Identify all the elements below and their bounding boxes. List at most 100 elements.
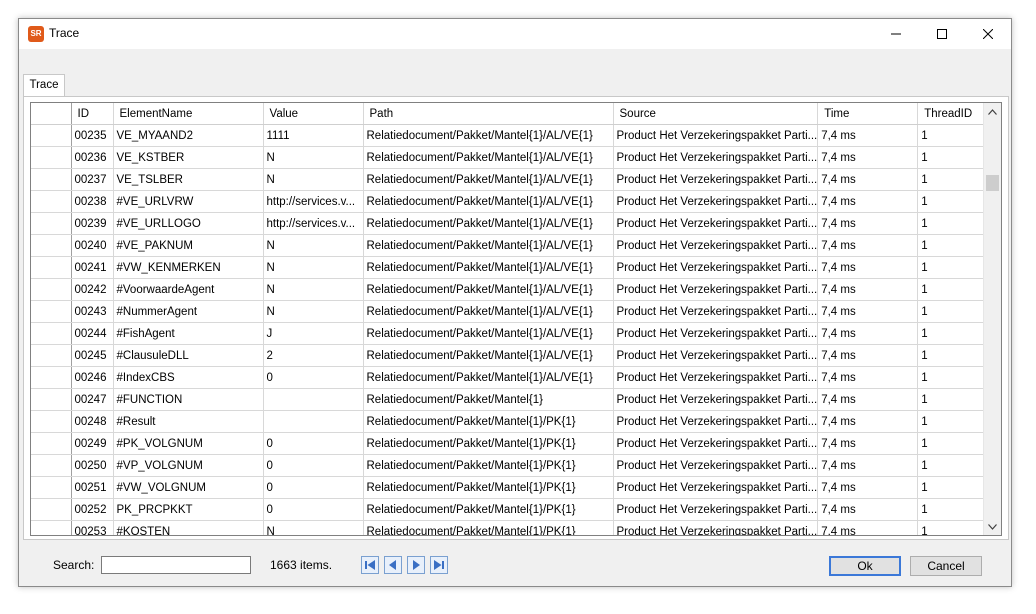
cell-path[interactable]: Relatiedocument/Pakket/Mantel{1}/AL/VE{1… — [363, 278, 614, 301]
cell-value[interactable]: N — [263, 256, 364, 279]
cell-time[interactable]: 7,4 ms — [817, 300, 919, 323]
cell-time[interactable]: 7,4 ms — [817, 256, 919, 279]
cell-path[interactable]: Relatiedocument/Pakket/Mantel{1}/PK{1} — [363, 454, 614, 477]
cell-id[interactable]: 00239 — [71, 212, 114, 235]
cell-source[interactable]: Product Het Verzekeringspakket Parti... — [613, 432, 819, 455]
cell-path[interactable]: Relatiedocument/Pakket/Mantel{1}/AL/VE{1… — [363, 212, 614, 235]
cell-id[interactable]: 00246 — [71, 366, 114, 389]
next-page-button[interactable] — [407, 556, 425, 574]
cell-path[interactable]: Relatiedocument/Pakket/Mantel{1}/AL/VE{1… — [363, 322, 614, 345]
cell-elementname[interactable]: #NummerAgent — [113, 300, 264, 323]
row-header[interactable] — [31, 300, 72, 323]
trace-grid[interactable]: ID ElementName Value Path Source Time Th… — [30, 102, 1002, 536]
cell-elementname[interactable]: #IndexCBS — [113, 366, 264, 389]
cell-path[interactable]: Relatiedocument/Pakket/Mantel{1}/AL/VE{1… — [363, 344, 614, 367]
cell-threadid[interactable]: 1 — [917, 234, 992, 257]
row-header[interactable] — [31, 278, 72, 301]
table-row[interactable]: 00253 #KOSTEN N Relatiedocument/Pakket/Mant… — [31, 520, 992, 535]
row-header[interactable] — [31, 410, 72, 433]
row-header[interactable] — [31, 124, 72, 147]
row-header[interactable] — [31, 498, 72, 521]
table-row[interactable]: 00242 #VoorwaardeAgent N Relatiedocument/Pa… — [31, 278, 992, 301]
table-row[interactable]: 00252 PK_PRCPKKT 0 Relatiedocument/Pakket/M… — [31, 498, 992, 521]
cell-threadid[interactable]: 1 — [917, 366, 992, 389]
table-row[interactable]: 00244 #FishAgent J Relatiedocument/Pakket/M… — [31, 322, 992, 345]
table-row[interactable]: 00249 #PK_VOLGNUM 0 Relatiedocument/Pakket/… — [31, 432, 992, 455]
cell-elementname[interactable]: #VW_KENMERKEN — [113, 256, 264, 279]
column-header-time[interactable]: Time — [817, 103, 919, 125]
cell-id[interactable]: 00240 — [71, 234, 114, 257]
cell-source[interactable]: Product Het Verzekeringspakket Parti... — [613, 322, 819, 345]
cell-path[interactable]: Relatiedocument/Pakket/Mantel{1}/AL/VE{1… — [363, 124, 614, 147]
cell-threadid[interactable]: 1 — [917, 520, 992, 535]
close-button[interactable] — [965, 19, 1011, 49]
cell-path[interactable]: Relatiedocument/Pakket/Mantel{1}/PK{1} — [363, 410, 614, 433]
cell-path[interactable]: Relatiedocument/Pakket/Mantel{1}/AL/VE{1… — [363, 256, 614, 279]
cell-path[interactable]: Relatiedocument/Pakket/Mantel{1}/PK{1} — [363, 498, 614, 521]
cell-path[interactable]: Relatiedocument/Pakket/Mantel{1}/AL/VE{1… — [363, 300, 614, 323]
cell-elementname[interactable]: #VE_URLLOGO — [113, 212, 264, 235]
row-header[interactable] — [31, 190, 72, 213]
row-header[interactable] — [31, 432, 72, 455]
cell-elementname[interactable]: #VE_URLVRW — [113, 190, 264, 213]
cell-elementname[interactable]: VE_KSTBER — [113, 146, 264, 169]
cell-path[interactable]: Relatiedocument/Pakket/Mantel{1}/AL/VE{1… — [363, 190, 614, 213]
cell-id[interactable]: 00243 — [71, 300, 114, 323]
cell-threadid[interactable]: 1 — [917, 212, 992, 235]
cell-source[interactable]: Product Het Verzekeringspakket Parti... — [613, 256, 819, 279]
scroll-thumb[interactable] — [986, 175, 999, 191]
cell-elementname[interactable]: PK_PRCPKKT — [113, 498, 264, 521]
cell-elementname[interactable]: #FUNCTION — [113, 388, 264, 411]
table-row[interactable]: 00246 #IndexCBS 0 Relatiedocument/Pakket/Ma… — [31, 366, 992, 389]
cell-elementname[interactable]: VE_TSLBER — [113, 168, 264, 191]
table-row[interactable]: 00248 #Result Relatiedocument/Pakket/Mante… — [31, 410, 992, 433]
table-row[interactable]: 00235 VE_MYAAND2 1111 Relatiedocument/Pakke… — [31, 124, 992, 147]
table-row[interactable]: 00241 #VW_KENMERKEN N Relatiedocument/Pakke… — [31, 256, 992, 279]
table-row[interactable]: 00240 #VE_PAKNUM N Relatiedocument/Pakket/M… — [31, 234, 992, 257]
search-input[interactable] — [101, 556, 251, 574]
table-row[interactable]: 00239 #VE_URLLOGO http://services.v... Rela… — [31, 212, 992, 235]
row-header[interactable] — [31, 146, 72, 169]
cell-path[interactable]: Relatiedocument/Pakket/Mantel{1}/PK{1} — [363, 432, 614, 455]
cell-source[interactable]: Product Het Verzekeringspakket Parti... — [613, 520, 819, 535]
cell-elementname[interactable]: #VoorwaardeAgent — [113, 278, 264, 301]
cell-time[interactable]: 7,4 ms — [817, 168, 919, 191]
cell-value[interactable]: 1111 — [263, 124, 364, 147]
cell-threadid[interactable]: 1 — [917, 278, 992, 301]
row-header[interactable] — [31, 322, 72, 345]
cell-path[interactable]: Relatiedocument/Pakket/Mantel{1} — [363, 388, 614, 411]
row-header[interactable] — [31, 168, 72, 191]
table-row[interactable]: 00237 VE_TSLBER N Relatiedocument/Pakket/Ma… — [31, 168, 992, 191]
cell-threadid[interactable]: 1 — [917, 498, 992, 521]
maximize-button[interactable] — [919, 19, 965, 49]
cell-elementname[interactable]: #Result — [113, 410, 264, 433]
scroll-down-button[interactable] — [984, 518, 1001, 535]
cell-threadid[interactable]: 1 — [917, 256, 992, 279]
cell-time[interactable]: 7,4 ms — [817, 322, 919, 345]
cell-value[interactable]: J — [263, 322, 364, 345]
table-row[interactable]: 00236 VE_KSTBER N Relatiedocument/Pakket/Ma… — [31, 146, 992, 169]
cell-source[interactable]: Product Het Verzekeringspakket Parti... — [613, 212, 819, 235]
cell-source[interactable]: Product Het Verzekeringspakket Parti... — [613, 498, 819, 521]
cell-time[interactable]: 7,4 ms — [817, 344, 919, 367]
cell-threadid[interactable]: 1 — [917, 344, 992, 367]
cell-id[interactable]: 00251 — [71, 476, 114, 499]
row-header[interactable] — [31, 366, 72, 389]
cell-elementname[interactable]: #VW_VOLGNUM — [113, 476, 264, 499]
cell-value[interactable]: 2 — [263, 344, 364, 367]
cell-threadid[interactable]: 1 — [917, 432, 992, 455]
cell-threadid[interactable]: 1 — [917, 410, 992, 433]
cell-time[interactable]: 7,4 ms — [817, 366, 919, 389]
cell-id[interactable]: 00252 — [71, 498, 114, 521]
cell-elementname[interactable]: #VP_VOLGNUM — [113, 454, 264, 477]
cell-path[interactable]: Relatiedocument/Pakket/Mantel{1}/AL/VE{1… — [363, 366, 614, 389]
cell-id[interactable]: 00237 — [71, 168, 114, 191]
table-row[interactable]: 00245 #ClausuleDLL 2 Relatiedocument/Pakket… — [31, 344, 992, 367]
row-header[interactable] — [31, 476, 72, 499]
column-header-elementname[interactable]: ElementName — [113, 103, 264, 125]
cell-elementname[interactable]: #ClausuleDLL — [113, 344, 264, 367]
column-header-threadid[interactable]: ThreadID — [917, 103, 992, 125]
cell-source[interactable]: Product Het Verzekeringspakket Parti... — [613, 146, 819, 169]
table-row[interactable]: 00238 #VE_URLVRW http://services.v... Relat… — [31, 190, 992, 213]
cell-source[interactable]: Product Het Verzekeringspakket Parti... — [613, 190, 819, 213]
